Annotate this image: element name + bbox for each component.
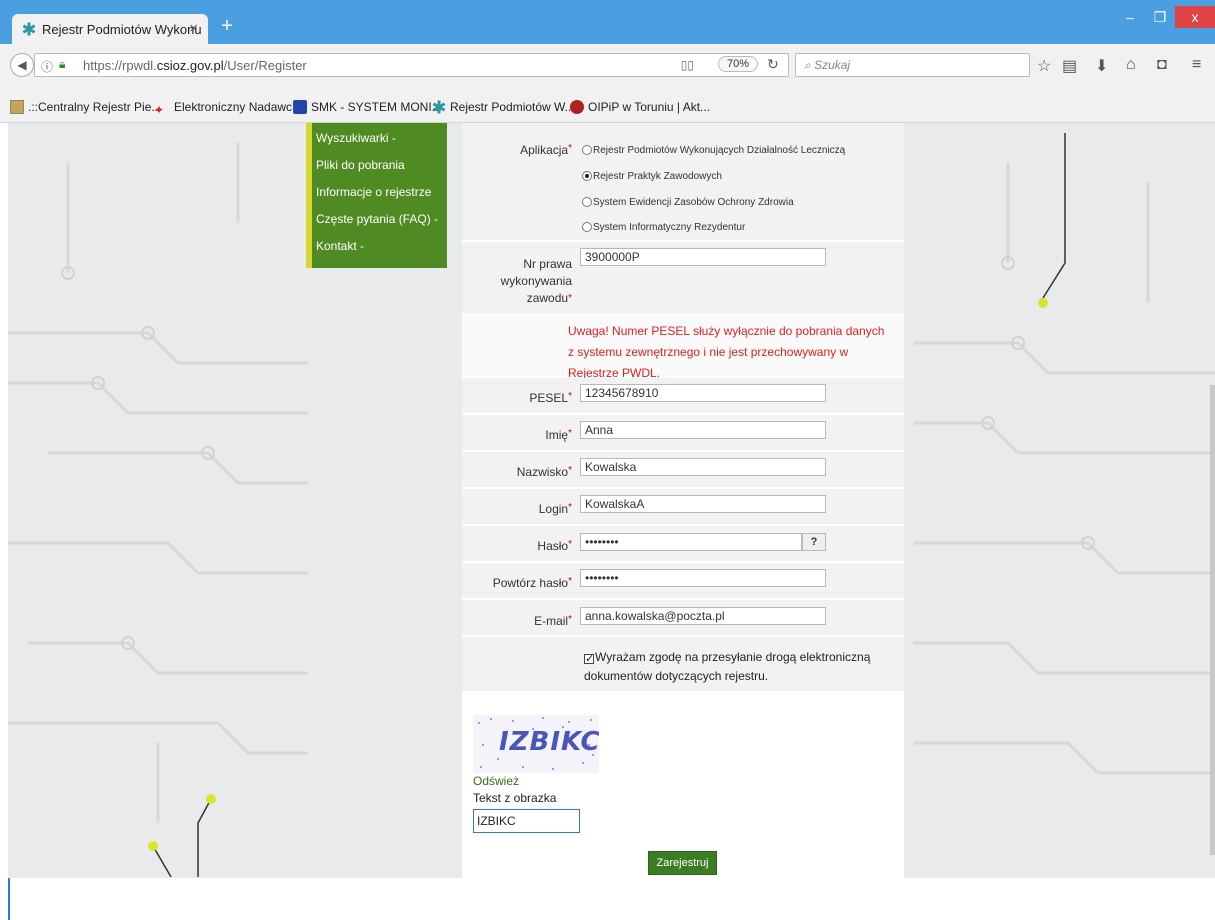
password-label: Hasło* [537,539,572,553]
browser-titlebar: Rejestr Podmiotów Wykonu × + – ❐ x [0,0,1215,44]
menu-item-register-info[interactable]: Informacje o rejestrze [316,185,431,199]
radio-button[interactable] [582,145,592,155]
register-button[interactable]: Zarejestruj się [648,851,717,891]
radio-option[interactable]: Rejestr Praktyk Zawodowych [582,171,722,182]
window-close-button[interactable]: x [1175,6,1215,28]
page-scrollbar[interactable] [1210,385,1215,855]
login-row: Login* KowalskaA [462,489,904,524]
tab-title: Rejestr Podmiotów Wykonu [42,22,202,37]
radio-button[interactable] [582,222,592,232]
star-of-life-icon [432,100,446,114]
pocket-icon[interactable]: ◘ [1157,56,1167,74]
captcha-label: Tekst z obrazka [473,791,557,805]
smk-icon [293,100,307,114]
bookmark-item[interactable]: SMK - SYSTEM MONI... [293,100,442,114]
bookmark-item[interactable]: Rejestr Podmiotów W... [432,100,575,114]
password-repeat-input[interactable]: •••••••• [580,569,826,587]
back-arrow-icon[interactable]: ◀ [10,53,34,77]
captcha-image: IZBIKC [473,715,599,773]
image-icon [10,100,24,114]
email-row: E-mail* anna.kowalska@poczta.pl [462,600,904,635]
bookmarks-toolbar: .::Centralny Rejestr Pie... ✦ Elektronicz… [0,94,1215,123]
menu-item-downloads[interactable]: Pliki do pobrania [316,158,405,172]
new-tab-button[interactable]: + [216,14,238,38]
login-label: Login* [538,502,572,516]
last-name-label: Nazwisko* [516,465,572,479]
info-icon[interactable]: ⓘ [41,58,53,75]
pesel-label: PESEL* [529,391,572,405]
license-label: Nr prawa wykonywania zawodu* [500,257,572,305]
bookmark-item[interactable]: OIPiP w Toruniu | Akt... [570,100,710,114]
last-name-row: Nazwisko* Kowalska [462,452,904,487]
address-bar[interactable]: ⓘ 🔒︎ https://rpwdl.csioz.gov.pl/User/Reg… [34,53,789,77]
radio-option[interactable]: Rejestr Podmiotów Wykonujących Działalno… [582,145,845,156]
window-restore-button[interactable]: ❐ [1145,6,1175,28]
radio-option[interactable]: System Informatyczny Rezydentur [582,222,745,233]
pesel-warning: Uwaga! Numer PESEL służy wyłącznie do po… [568,324,885,380]
menu-hamburger-icon[interactable]: ≡ [1192,56,1201,74]
search-input[interactable]: ⌕ Szukaj [795,53,1030,77]
application-label: Aplikacja* [520,143,572,157]
email-label: E-mail* [534,614,572,628]
side-menu: Wyszukiwarki - Pliki do pobrania Informa… [306,123,447,268]
bookmark-star-icon[interactable]: ☆ [1037,56,1051,76]
download-icon[interactable]: ⬇ [1095,56,1108,76]
pesel-row: PESEL* 12345678910 [462,378,904,413]
password-repeat-row: Powtórz hasło* •••••••• [462,563,904,598]
menu-item-faq[interactable]: Częste pytania (FAQ) - [316,212,438,226]
captcha-refresh-link[interactable]: Odśwież [473,774,519,788]
browser-tab[interactable]: Rejestr Podmiotów Wykonu × [12,14,208,44]
login-input[interactable]: KowalskaA [580,495,826,513]
tab-close-icon[interactable]: × [189,20,198,37]
license-number-input[interactable]: 3900000P [580,248,826,266]
first-name-row: Imię* Anna [462,415,904,450]
radio-option[interactable]: System Ewidencji Zasobów Ochrony Zdrowia [582,197,794,208]
last-name-input[interactable]: Kowalska [580,458,826,476]
zoom-indicator[interactable]: 70% [718,56,759,72]
bookmark-item[interactable]: .::Centralny Rejestr Pie... [10,100,161,114]
eagle-icon: ✦ [154,103,165,117]
first-name-label: Imię* [545,428,572,442]
reload-icon[interactable]: ↻ [767,56,779,73]
star-of-life-icon [22,22,36,36]
password-help-icon[interactable]: ? [802,533,826,551]
oipip-logo-icon [570,100,584,114]
bookmark-item[interactable]: ✦ Elektroniczny Nadawc... [154,100,302,117]
home-icon[interactable]: ⌂ [1126,56,1136,74]
email-input[interactable]: anna.kowalska@poczta.pl [580,607,826,625]
focus-edge-line [8,878,10,920]
pesel-input[interactable]: 12345678910 [580,384,826,402]
menu-item-search[interactable]: Wyszukiwarki - [316,131,396,145]
consent-checkbox[interactable]: ✓ [584,654,594,665]
first-name-input[interactable]: Anna [580,421,826,439]
consent-checkbox-label[interactable]: ✓Wyrażam zgodę na przesyłanie drogą elek… [584,648,894,686]
browser-navbar: ◀ ⓘ 🔒︎ https://rpwdl.csioz.gov.pl/User/R… [0,44,1215,95]
license-row: Nr prawa wykonywania zawodu* 3900000P [462,242,904,314]
registration-form: Aplikacja* Rejestr Podmiotów Wykonującyc… [462,123,904,891]
url-text: https://rpwdl.csioz.gov.pl/User/Register [83,58,307,73]
password-repeat-label: Powtórz hasło* [492,576,572,590]
application-row: Aplikacja* Rejestr Podmiotów Wykonującyc… [462,123,904,240]
lock-icon[interactable]: 🔒︎ [59,57,65,72]
reader-view-icon[interactable]: ▯▯ [681,58,694,72]
radio-button[interactable] [582,197,592,207]
captcha-input[interactable]: IZBIKC [473,809,580,833]
menu-item-contact[interactable]: Kontakt - [316,239,364,253]
password-input[interactable]: •••••••• [580,533,802,551]
bookmarks-library-icon[interactable]: ▤ [1062,56,1077,76]
window-minimize-button[interactable]: – [1115,6,1145,28]
radio-button-selected[interactable] [582,171,592,181]
password-row: Hasło* •••••••• [462,526,904,561]
captcha-text: IZBIKC [499,727,599,757]
